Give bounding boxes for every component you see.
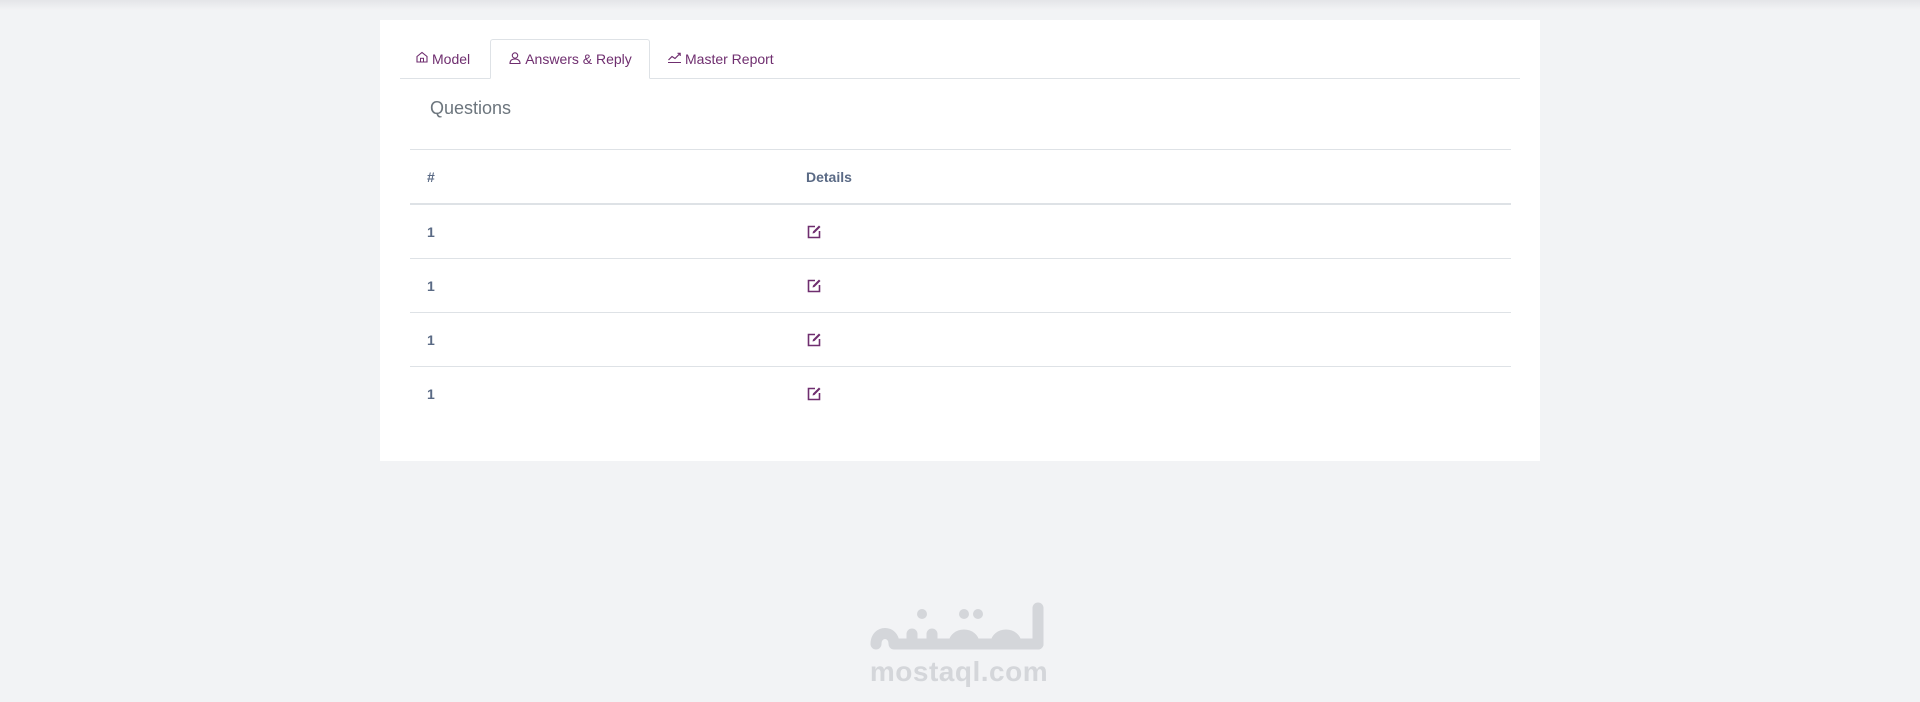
tab-answers-label: Answers & Reply bbox=[525, 51, 632, 67]
tab-bar: Model Answers & Reply Master Report bbox=[400, 39, 1520, 79]
mostaql-watermark-text: mostaql.com bbox=[869, 656, 1049, 687]
table-row: 1 bbox=[410, 312, 1511, 366]
edit-icon[interactable] bbox=[806, 278, 822, 294]
details-cell bbox=[806, 313, 822, 366]
row-number: 1 bbox=[427, 223, 435, 240]
main-card: Model Answers & Reply Master Report Ques… bbox=[380, 20, 1540, 461]
edit-icon[interactable] bbox=[806, 332, 822, 348]
details-cell bbox=[806, 205, 822, 258]
table-row: 1 bbox=[410, 366, 1511, 420]
user-icon bbox=[508, 51, 525, 68]
table-row: 1 bbox=[410, 258, 1511, 312]
table-header-row: # Details bbox=[410, 149, 1511, 204]
details-cell bbox=[806, 259, 822, 312]
mostaql-watermark-logo: mostaql.com bbox=[866, 600, 1052, 690]
section-title: Questions bbox=[430, 98, 512, 118]
questions-table: # Details 1 1 1 1 bbox=[410, 149, 1511, 420]
tab-master-report[interactable]: Master Report bbox=[667, 39, 774, 78]
row-number: 1 bbox=[427, 385, 435, 402]
row-number: 1 bbox=[427, 277, 435, 294]
tab-model[interactable]: Model bbox=[415, 39, 470, 78]
tab-answers-reply[interactable]: Answers & Reply bbox=[490, 39, 650, 79]
edit-icon[interactable] bbox=[806, 386, 822, 402]
tab-report-label: Master Report bbox=[685, 50, 774, 67]
home-icon bbox=[415, 50, 432, 67]
header-number: # bbox=[427, 168, 435, 185]
header-details: Details bbox=[806, 168, 852, 185]
mostaql-arabic-logo bbox=[870, 602, 1044, 650]
top-bar-shadow bbox=[0, 0, 1920, 10]
edit-icon[interactable] bbox=[806, 224, 822, 240]
chart-line-icon bbox=[667, 50, 685, 67]
row-number: 1 bbox=[427, 331, 435, 348]
table-row: 1 bbox=[410, 204, 1511, 258]
details-cell bbox=[806, 367, 822, 420]
tab-model-label: Model bbox=[432, 50, 471, 67]
